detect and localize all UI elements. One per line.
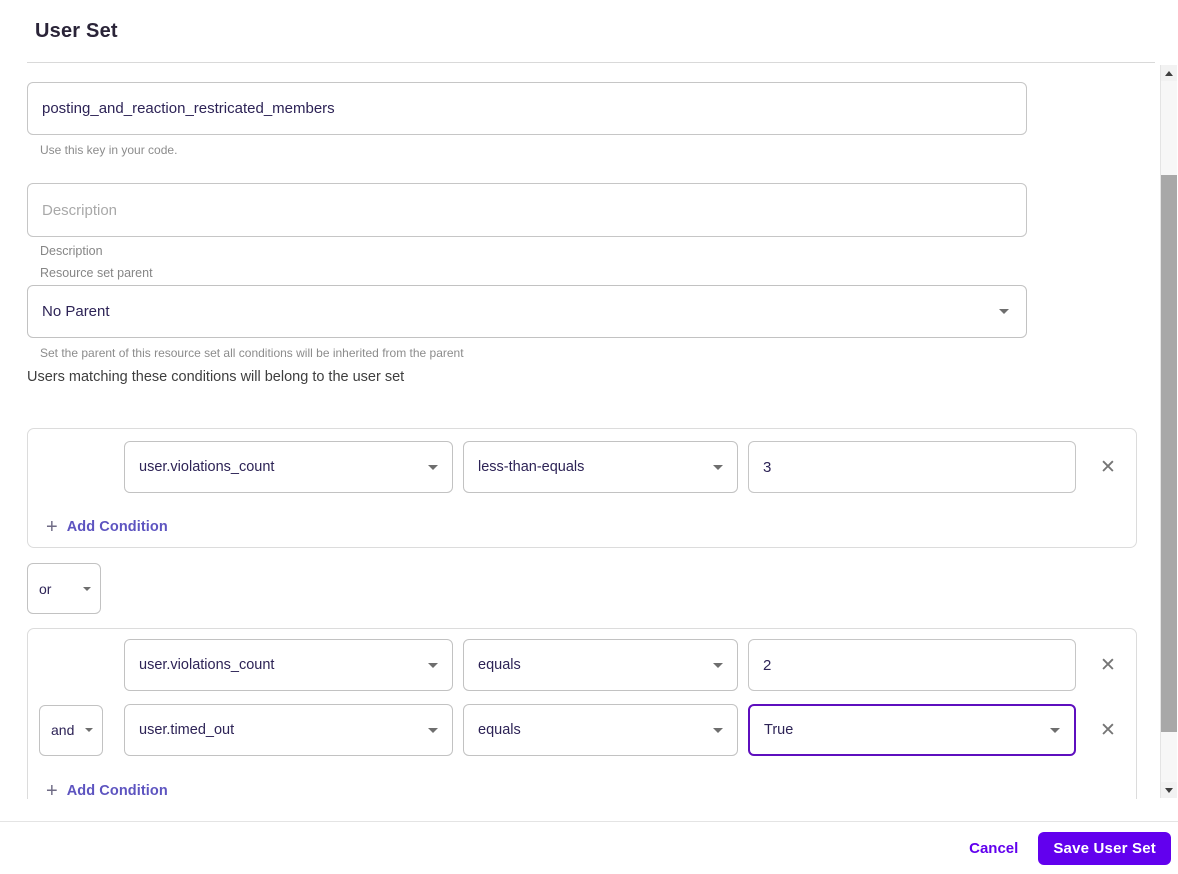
condition-row: user.violations_count less-than-equals ✕ <box>39 441 1120 493</box>
property-select-value: user.timed_out <box>139 722 234 738</box>
description-label: Description <box>40 244 1178 258</box>
key-helper-text: Use this key in your code. <box>40 143 1178 157</box>
chevron-down-icon <box>85 728 93 732</box>
chevron-down-icon <box>999 309 1009 314</box>
operator-select[interactable]: less-than-equals <box>463 441 738 493</box>
modal-footer: Cancel Save User Set <box>0 821 1178 874</box>
key-input[interactable] <box>27 82 1027 135</box>
condition-value-select[interactable]: True <box>748 704 1076 756</box>
cancel-button[interactable]: Cancel <box>969 840 1018 857</box>
parent-select-value: No Parent <box>42 303 110 320</box>
chevron-down-icon <box>1050 728 1060 733</box>
scrollbar-thumb[interactable] <box>1161 175 1177 732</box>
property-select[interactable]: user.violations_count <box>124 441 453 493</box>
scrollbar-track[interactable] <box>1161 81 1177 782</box>
row-logic-value: and <box>51 722 74 738</box>
operator-select[interactable]: equals <box>463 704 738 756</box>
condition-value-input[interactable] <box>748 639 1076 691</box>
chevron-down-icon <box>713 663 723 668</box>
chevron-up-icon <box>1165 71 1173 76</box>
page-title: User Set <box>35 20 118 43</box>
parent-helper-text: Set the parent of this resource set all … <box>40 346 1178 360</box>
close-icon: ✕ <box>1100 656 1116 675</box>
condition-row: user.violations_count equals ✕ <box>39 639 1120 691</box>
chevron-down-icon <box>713 728 723 733</box>
chevron-down-icon <box>428 663 438 668</box>
remove-condition-button[interactable]: ✕ <box>1094 453 1122 481</box>
add-condition-label: Add Condition <box>67 519 168 535</box>
operator-select-value: equals <box>478 722 521 738</box>
row-logic-select[interactable]: and <box>39 705 103 756</box>
parent-select[interactable]: No Parent <box>27 285 1027 338</box>
condition-group: user.violations_count equals ✕ and <box>27 628 1137 799</box>
operator-select-value: equals <box>478 657 521 673</box>
chevron-down-icon <box>83 587 91 591</box>
property-select[interactable]: user.violations_count <box>124 639 453 691</box>
chevron-down-icon <box>1165 788 1173 793</box>
conditions-caption: Users matching these conditions will bel… <box>27 369 1178 385</box>
add-condition-button[interactable]: + Add Condition <box>39 515 168 539</box>
property-select-value: user.violations_count <box>139 459 274 475</box>
scroll-down-button[interactable] <box>1161 782 1177 798</box>
condition-value-input[interactable] <box>748 441 1076 493</box>
add-condition-button[interactable]: + Add Condition <box>39 779 168 799</box>
add-condition-label: Add Condition <box>67 783 168 799</box>
close-icon: ✕ <box>1100 721 1116 740</box>
plus-icon: + <box>46 781 58 799</box>
group-logic-value: or <box>39 581 51 597</box>
save-user-set-button[interactable]: Save User Set <box>1038 832 1171 865</box>
operator-select-value: less-than-equals <box>478 459 584 475</box>
resource-set-parent-label: Resource set parent <box>40 266 1178 280</box>
user-set-modal: User Set Use this key in your code. Desc… <box>0 0 1178 874</box>
condition-row: and user.timed_out equals True ✕ <box>39 704 1120 756</box>
condition-value-text: True <box>764 722 793 738</box>
scroll-up-button[interactable] <box>1161 65 1177 81</box>
chevron-down-icon <box>428 465 438 470</box>
close-icon: ✕ <box>1100 458 1116 477</box>
property-select-value: user.violations_count <box>139 657 274 673</box>
group-logic-select[interactable]: or <box>27 563 101 614</box>
modal-header: User Set <box>0 0 1178 63</box>
operator-select[interactable]: equals <box>463 639 738 691</box>
footer-spacer <box>0 799 1178 821</box>
plus-icon: + <box>46 517 58 537</box>
condition-group: user.violations_count less-than-equals ✕… <box>27 428 1137 548</box>
property-select[interactable]: user.timed_out <box>124 704 453 756</box>
scrollbar[interactable] <box>1160 65 1177 798</box>
chevron-down-icon <box>713 465 723 470</box>
chevron-down-icon <box>428 728 438 733</box>
remove-condition-button[interactable]: ✕ <box>1094 651 1122 679</box>
remove-condition-button[interactable]: ✕ <box>1094 716 1122 744</box>
description-input[interactable] <box>27 183 1027 237</box>
modal-content: Use this key in your code. Description R… <box>0 63 1178 799</box>
